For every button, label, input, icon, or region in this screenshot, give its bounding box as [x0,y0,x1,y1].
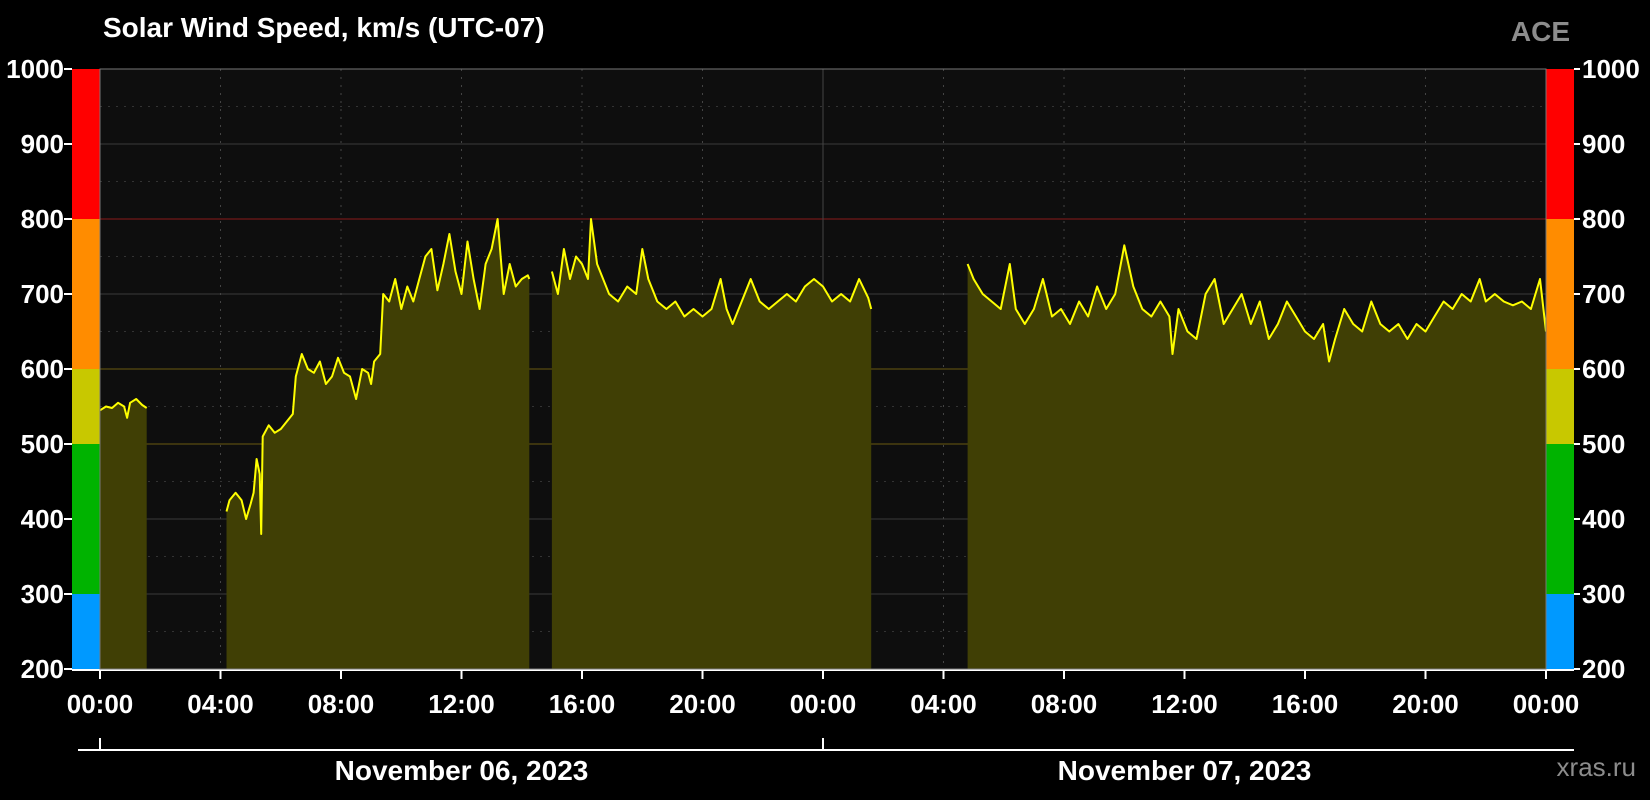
speed-band-left [72,69,100,219]
x-tick-label: 16:00 [549,689,616,719]
chart-title: Solar Wind Speed, km/s (UTC-07) [103,12,545,43]
x-tick-label: 20:00 [669,689,736,719]
x-tick-label: 12:00 [428,689,495,719]
x-tick-label: 08:00 [1031,689,1098,719]
y-tick-label-left: 700 [21,279,64,309]
y-tick-label-left: 1000 [6,54,64,84]
date-label: November 07, 2023 [1058,755,1312,786]
speed-band-left [72,444,100,594]
x-tick-label: 04:00 [187,689,254,719]
y-tick-label-left: 900 [21,129,64,159]
y-tick-label-left: 300 [21,579,64,609]
y-tick-label-right: 1000 [1582,54,1640,84]
y-tick-label-right: 300 [1582,579,1625,609]
y-tick-label-right: 800 [1582,204,1625,234]
x-tick-label: 20:00 [1392,689,1459,719]
y-tick-label-right: 500 [1582,429,1625,459]
date-label: November 06, 2023 [335,755,589,786]
speed-band-right [1546,69,1574,219]
x-tick-label: 00:00 [67,689,134,719]
x-tick-label: 16:00 [1272,689,1339,719]
speed-band-left [72,219,100,369]
solar-wind-chart: 200 200 300 300 400 400 500 500 600 600 700 700 800 8… [6,54,1640,786]
speed-band-right [1546,594,1574,669]
y-tick-label-left: 400 [21,504,64,534]
speed-band-left [72,594,100,669]
speed-band-right [1546,444,1574,594]
y-tick-label-left: 800 [21,204,64,234]
y-tick-label-right: 400 [1582,504,1625,534]
x-tick-label: 04:00 [910,689,977,719]
speed-band-right [1546,369,1574,444]
speed-band-left [72,369,100,444]
y-tick-label-right: 700 [1582,279,1625,309]
x-tick-label: 08:00 [308,689,375,719]
speed-band-right [1546,219,1574,369]
site-credit: xras.ru [1556,752,1636,782]
speed-area [100,399,147,669]
y-tick-label-left: 200 [21,654,64,684]
x-tick-label: 12:00 [1151,689,1218,719]
y-tick-label-left: 500 [21,429,64,459]
x-tick-label: 00:00 [790,689,857,719]
y-tick-label-left: 600 [21,354,64,384]
y-tick-label-right: 900 [1582,129,1625,159]
data-source-label: ACE [1510,16,1570,47]
y-tick-label-right: 200 [1582,654,1625,684]
x-tick-label: 00:00 [1513,689,1580,719]
y-tick-label-right: 600 [1582,354,1625,384]
